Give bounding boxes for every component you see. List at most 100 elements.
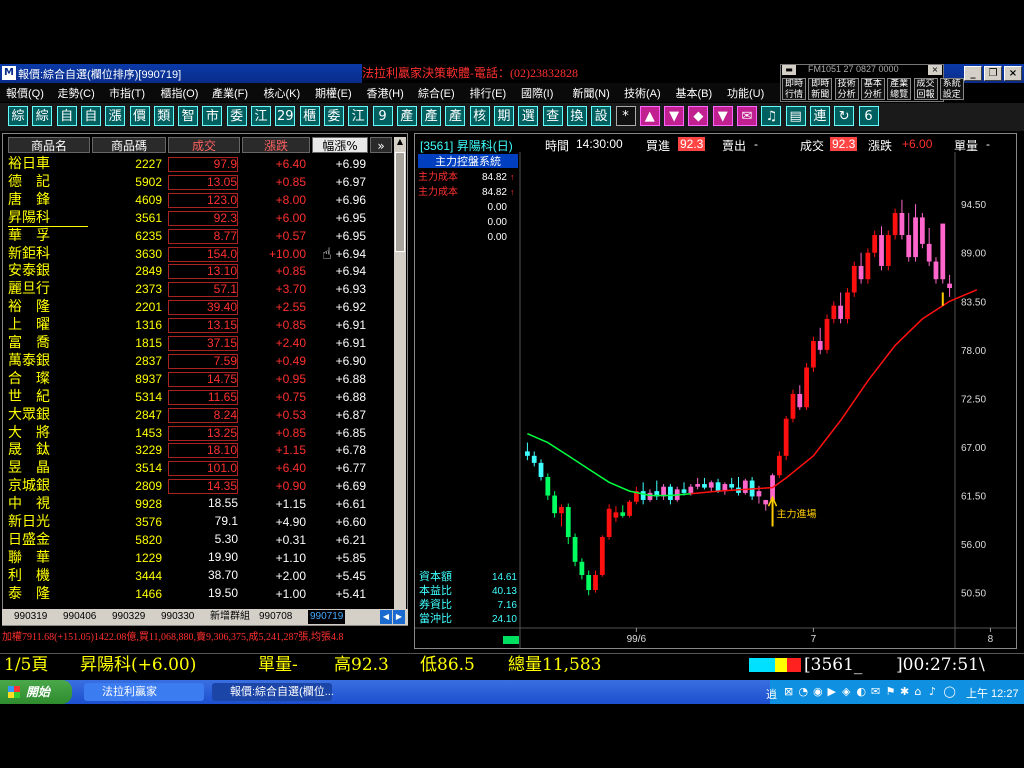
col-head-pct[interactable]: 幅漲% (312, 137, 368, 153)
table-row[interactable]: 唐 鋒 4609 123.0 +8.00 +6.96 (0, 192, 394, 209)
menu-item-14[interactable]: 功能(U) (727, 85, 764, 101)
sys-button-1[interactable]: 即時新聞 (808, 78, 833, 100)
restore-icon[interactable]: ❐ (984, 66, 1002, 81)
toolbar-button-11[interactable]: 29 (275, 106, 296, 126)
table-row[interactable]: 昇陽科 3561 92.3 +6.00 +6.95 (0, 210, 394, 227)
toolbar-button-15[interactable]: 9 (372, 106, 393, 126)
toolbar-button-12[interactable]: 櫃 (299, 106, 320, 126)
toolbar-button-28[interactable]: ◆ (688, 106, 709, 126)
col-head-name[interactable]: 商品名 (8, 137, 90, 153)
toolbar-button-24[interactable]: 設 (591, 106, 612, 126)
menu-item-2[interactable]: 市指(T) (109, 85, 145, 101)
toolbar-button-4[interactable]: 漲 (105, 106, 126, 126)
toolbar-button-26[interactable]: ▲ (639, 106, 660, 126)
table-row[interactable]: 富 喬 1815 37.15 +2.40 +6.91 (0, 335, 394, 352)
toolbar-button-29[interactable]: ▼ (712, 106, 733, 126)
tab-1[interactable]: 990406 (63, 610, 96, 624)
table-row[interactable]: 京城銀 2809 14.35 +0.90 +6.69 (0, 478, 394, 495)
tab-6[interactable]: 990719 (308, 610, 346, 624)
app-icon[interactable]: M (2, 66, 16, 80)
sys-button-5[interactable]: 成交回報 (913, 78, 938, 100)
toolbar-button-18[interactable]: 產 (445, 106, 466, 126)
menu-item-4[interactable]: 產業(F) (212, 85, 248, 101)
toolbar-button-30[interactable]: ✉ (737, 106, 757, 126)
toolbar-button-7[interactable]: 智 (178, 106, 199, 126)
tray-icon[interactable]: ◐ (857, 685, 867, 698)
toolbar-button-35[interactable]: 6 (858, 106, 879, 126)
col-head-change[interactable]: 漲跌 (242, 137, 310, 153)
tray-icon[interactable]: ◉ (813, 685, 823, 698)
toolbar-button-33[interactable]: 連 (809, 106, 830, 126)
toolbar-button-1[interactable]: 綜 (32, 106, 53, 126)
tab-prev-icon[interactable]: ◀ (380, 610, 392, 624)
toolbar-button-14[interactable]: 江 (348, 106, 369, 126)
toolbar-button-10[interactable]: 江 (251, 106, 271, 126)
toolbar-button-20[interactable]: 期 (494, 106, 514, 126)
menu-item-11[interactable]: 新聞(N) (573, 85, 610, 101)
menu-item-6[interactable]: 期權(E) (315, 85, 352, 101)
tray-icon[interactable]: ✉ (871, 685, 880, 698)
toolbar-button-9[interactable]: 委 (226, 106, 247, 126)
menu-item-3[interactable]: 櫃指(O) (161, 85, 199, 101)
table-row[interactable]: 華 孚 6235 8.77 +0.57 +6.95 (0, 228, 394, 245)
col-head-code[interactable]: 商品碼 (92, 137, 166, 153)
toolbar-button-34[interactable]: ↻ (834, 106, 855, 126)
tab-next-icon[interactable]: ▶ (393, 610, 405, 624)
toolbar-button-31[interactable]: ♫ (761, 106, 782, 126)
tray-icon[interactable]: ▶ (828, 685, 836, 698)
menu-item-8[interactable]: 綜合(E) (418, 85, 455, 101)
toolbar-button-3[interactable]: 自 (80, 106, 101, 126)
table-row[interactable]: 合 璨 8937 14.75 +0.95 +6.88 (0, 371, 394, 388)
table-row[interactable]: 裕日車 2227 97.9 +6.40 +6.99 (0, 156, 394, 173)
table-row[interactable]: 利 機 3444 38.70 +2.00 +5.45 (0, 568, 394, 585)
table-row[interactable]: 聯 華 1229 19.90 +1.10 +5.85 (0, 550, 394, 567)
candlestick-chart[interactable]: 主力控盤系統主力成本 84.82 ↑主力成本 84.82 ↑0.000.000.00資本… (415, 152, 1016, 648)
sys-button-6[interactable]: 系統設定 (939, 78, 964, 100)
toolbar-button-0[interactable]: 綜 (8, 106, 28, 126)
table-row[interactable]: 德 記 5902 13.05 +0.85 +6.97 (0, 174, 394, 191)
menu-item-9[interactable]: 排行(E) (470, 85, 507, 101)
table-row[interactable]: 世 紀 5314 11.65 +0.75 +6.88 (0, 389, 394, 406)
tab-5[interactable]: 990708 (259, 610, 292, 624)
table-row[interactable]: 上 曜 1316 13.15 +0.85 +6.91 (0, 317, 394, 334)
scroll-up-icon[interactable]: ▲ (395, 137, 405, 149)
toolbar-button-5[interactable]: 價 (129, 106, 150, 126)
mini-close-icon[interactable]: × (928, 65, 942, 75)
tray-icon[interactable]: ⊠ (784, 685, 793, 698)
toolbar-button-23[interactable]: 換 (566, 106, 587, 126)
toolbar-button-2[interactable]: 自 (56, 106, 77, 126)
ime-indicator[interactable]: 逍 (766, 686, 777, 702)
toolbar-button-13[interactable]: 委 (323, 106, 344, 126)
toolbar-button-22[interactable]: 查 (542, 106, 563, 126)
menu-item-12[interactable]: 技術(A) (624, 85, 661, 101)
table-row[interactable]: 泰 隆 1466 19.50 +1.00 +5.41 (0, 586, 394, 603)
tab-0[interactable]: 990319 (14, 610, 47, 624)
table-row[interactable]: 昱 晶 3514 101.0 +6.40 +6.77 (0, 460, 394, 477)
toolbar-button-8[interactable]: 市 (202, 106, 223, 126)
tray-icon[interactable]: ⌂ (915, 685, 922, 698)
tray-icon[interactable]: ♪ (929, 685, 936, 698)
tray-icon[interactable]: ◯ (944, 685, 956, 698)
menu-item-7[interactable]: 香港(H) (367, 85, 404, 101)
task-ferrari[interactable]: 法拉利贏家 (84, 683, 204, 701)
col-head-price[interactable]: 成交 (168, 137, 240, 153)
table-row[interactable]: 新鉅科 3630 154.0 +10.00 +6.94 (0, 246, 394, 263)
table-row[interactable]: 中 視 9928 18.55 +1.15 +6.61 (0, 496, 394, 513)
tray-icon[interactable]: ⚑ (886, 685, 896, 698)
mini-minimize-icon[interactable]: ▬ (782, 65, 796, 75)
menu-item-1[interactable]: 走勢(C) (58, 85, 95, 101)
table-row[interactable]: 大眾銀 2847 8.24 +0.53 +6.87 (0, 407, 394, 424)
toolbar-button-19[interactable]: 核 (469, 106, 490, 126)
tray-icon[interactable]: ◈ (842, 685, 850, 698)
table-row[interactable]: 安泰銀 2849 13.10 +0.85 +6.94 (0, 263, 394, 280)
table-row[interactable]: 麗旦行 2373 57.1 +3.70 +6.93 (0, 281, 394, 298)
menu-item-13[interactable]: 基本(B) (676, 85, 713, 101)
col-head-more[interactable]: » (370, 137, 392, 153)
menu-item-5[interactable]: 核心(K) (264, 85, 301, 101)
tray-icon[interactable]: ✱ (900, 685, 909, 698)
tab-4[interactable]: 新增群組 (210, 610, 250, 624)
tray-icon[interactable]: ◔ (799, 685, 809, 698)
toolbar-button-21[interactable]: 選 (518, 106, 539, 126)
close-icon[interactable]: × (1004, 66, 1022, 81)
sys-button-0[interactable]: 即時行情 (782, 78, 806, 100)
